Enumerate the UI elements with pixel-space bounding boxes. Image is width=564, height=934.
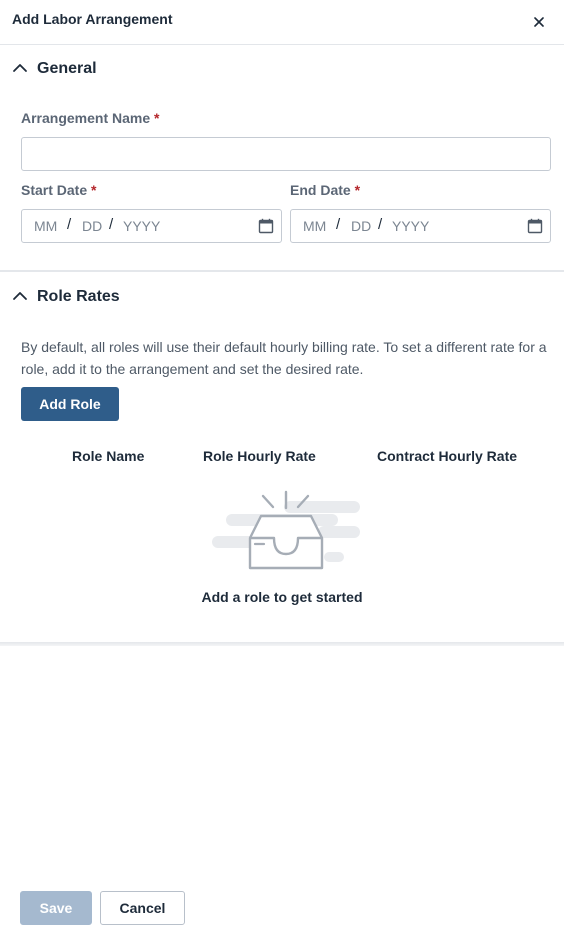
start-date-input[interactable]: MM / DD / YYYY [21, 209, 282, 243]
required-mark: * [154, 110, 160, 126]
date-separator: / [67, 216, 72, 233]
section-divider [0, 270, 564, 272]
add-role-button[interactable]: Add Role [21, 387, 119, 421]
end-day-segment[interactable]: DD [351, 218, 371, 234]
end-date-input[interactable]: MM / DD / YYYY [290, 209, 551, 243]
start-year-segment[interactable]: YYYY [123, 218, 160, 234]
start-month-segment[interactable]: MM [34, 218, 57, 234]
arrangement-name-label: Arrangement Name * [21, 110, 160, 126]
general-section-title: General [37, 60, 97, 77]
empty-state-message: Add a role to get started [201, 589, 363, 605]
role-rates-section-toggle[interactable]: Role Rates [0, 282, 564, 312]
panel-bottom-shadow [0, 642, 564, 646]
empty-inbox-icon [212, 490, 360, 570]
end-date-label: End Date * [290, 182, 360, 198]
column-header-role-hourly-rate: Role Hourly Rate [203, 448, 316, 464]
date-separator: / [378, 216, 383, 233]
general-section-toggle[interactable]: General [0, 54, 564, 84]
column-header-contract-hourly-rate: Contract Hourly Rate [377, 448, 518, 464]
end-month-segment[interactable]: MM [303, 218, 326, 234]
save-button[interactable]: Save [20, 891, 92, 925]
dialog-header: Add Labor Arrangement [0, 0, 564, 45]
chevron-up-icon [13, 292, 27, 300]
arrangement-name-input[interactable] [21, 137, 551, 171]
role-rates-section-title: Role Rates [37, 288, 120, 305]
date-separator: / [109, 216, 114, 233]
arrangement-name-label-text: Arrangement Name [21, 110, 151, 126]
required-mark: * [91, 182, 97, 198]
end-year-segment[interactable]: YYYY [392, 218, 429, 234]
calendar-icon[interactable] [527, 218, 543, 234]
close-icon [534, 17, 544, 27]
date-separator: / [336, 216, 341, 233]
calendar-icon[interactable] [258, 218, 274, 234]
column-header-role-name: Role Name [72, 448, 145, 464]
dialog-title: Add Labor Arrangement [12, 11, 173, 27]
required-mark: * [354, 182, 361, 198]
role-rates-description: By default, all roles will use their def… [21, 339, 547, 377]
cancel-button[interactable]: Cancel [100, 891, 185, 925]
start-date-label: Start Date * [21, 182, 96, 198]
start-date-label-text: Start Date [21, 182, 88, 198]
chevron-up-icon [13, 64, 27, 72]
start-day-segment[interactable]: DD [82, 218, 102, 234]
close-button[interactable] [528, 11, 550, 33]
end-date-label-text: End Date [290, 182, 351, 198]
